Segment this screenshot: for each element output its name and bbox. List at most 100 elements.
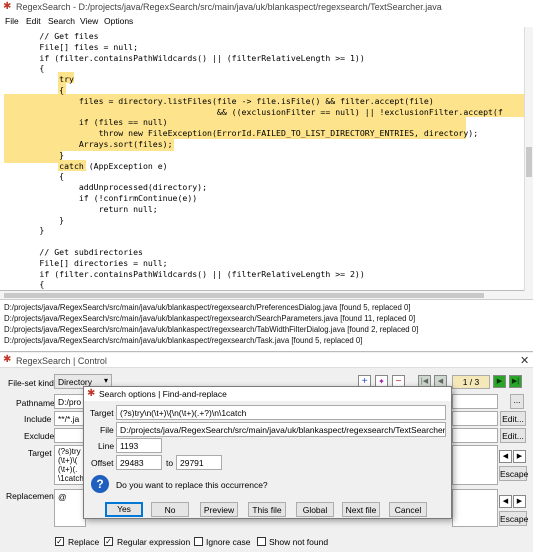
replacement-next-icon[interactable]: ▶ (513, 495, 526, 508)
code-line: if (filter.containsPathWildcards() || (f… (0, 52, 365, 63)
control-window-title: RegexSearch | Control (16, 356, 107, 366)
dialog-line-label: Line (98, 441, 115, 451)
target-label: Target (28, 448, 52, 458)
preview-button[interactable]: Preview (200, 502, 238, 517)
include-input-end[interactable] (452, 411, 498, 426)
close-icon[interactable]: ✕ (520, 354, 529, 367)
dialog-target-label: Target (90, 408, 114, 418)
dialog-line-field: 1193 (116, 438, 162, 453)
control-title-bar: ✱ RegexSearch | Control ✕ (0, 353, 533, 368)
app-icon: ✱ (87, 388, 96, 399)
include-edit-button[interactable]: Edit... (500, 411, 526, 426)
page-indicator: 1 / 3 (452, 375, 490, 389)
exclude-label: Exclude (24, 431, 55, 441)
exclude-input-end[interactable] (452, 428, 498, 443)
chevron-down-icon: ▾ (103, 376, 108, 385)
code-line: } (0, 214, 65, 225)
ignore-case-checkbox[interactable] (194, 537, 203, 546)
menu-bar: File Edit Search View Options (0, 14, 533, 27)
code-line: return null; (0, 203, 158, 214)
exclude-input[interactable] (54, 428, 84, 443)
dialog-file-label: File (100, 425, 114, 435)
code-editor[interactable]: // Get files File[] files = null; if (fi… (0, 27, 533, 291)
title-bar: ✱ RegexSearch - D:/projects/java/RegexSe… (0, 0, 533, 14)
dialog-question: Do you want to replace this occurrence? (116, 480, 268, 490)
dialog-file-field: D:/projects/java/RegexSearch/src/main/ja… (116, 422, 446, 437)
menu-view[interactable]: View (80, 16, 98, 26)
replacement-previous-icon[interactable]: ◀ (499, 495, 512, 508)
editor-horizontal-scrollbar[interactable] (0, 291, 533, 300)
log-line: D:/projects/java/RegexSearch/src/main/ja… (4, 336, 363, 345)
this-file-button[interactable]: This file (248, 502, 286, 517)
next-file-button[interactable]: Next file (342, 502, 380, 517)
code-line: File[] files = null; (0, 41, 139, 52)
code-line: if (filter.containsPathWildcards() || (f… (0, 268, 365, 279)
window-title: RegexSearch - D:/projects/java/RegexSear… (16, 2, 442, 12)
yes-button[interactable]: Yes (105, 502, 143, 517)
dialog-title: Search options | Find-and-replace (99, 389, 227, 399)
code-line: } (0, 149, 65, 160)
replacement-label: Replacement (6, 491, 57, 501)
dialog-title-bar: ✱ Search options | Find-and-replace (84, 387, 451, 401)
include-label: Include (24, 414, 52, 424)
replace-checkbox[interactable]: ✓ (55, 537, 64, 546)
code-line: files = directory.listFiles(file -> file… (0, 95, 434, 106)
code-line: try (0, 74, 74, 85)
ignore-case-label: Ignore case (206, 537, 251, 547)
log-line: D:/projects/java/RegexSearch/src/main/ja… (4, 314, 416, 323)
target-next-icon[interactable]: ▶ (513, 450, 526, 463)
include-input[interactable]: **/*.ja (54, 411, 84, 426)
dialog-offset-from-field: 29483 (116, 455, 162, 470)
question-icon: ? (91, 475, 109, 493)
code-line: && ((exclusionFilter == null) || !exclus… (0, 106, 503, 117)
cancel-button[interactable]: Cancel (389, 502, 427, 517)
target-previous-icon[interactable]: ◀ (499, 450, 512, 463)
code-line: throw new FileException(ErrorId.FAILED_T… (0, 128, 479, 139)
code-line: if (!confirmContinue(e)) (0, 193, 198, 203)
replacement-textarea[interactable]: @ (54, 489, 86, 527)
dialog-offset-label: Offset (91, 458, 114, 468)
code-line: addUnprocessed(directory); (0, 182, 208, 193)
show-not-found-checkbox[interactable] (257, 537, 266, 546)
replacement-textarea-end[interactable] (452, 489, 498, 527)
code-line: { (0, 85, 65, 95)
code-line: Arrays.sort(files); (0, 139, 173, 149)
find-replace-dialog: ✱ Search options | Find-and-replace Targ… (83, 386, 452, 519)
code-line: { (0, 279, 45, 290)
code-line: { (0, 171, 65, 182)
replace-option-label: Replace (68, 537, 100, 547)
regex-checkbox[interactable]: ✓ (104, 537, 113, 546)
code-line: if (files == null) (0, 117, 168, 128)
target-textarea[interactable]: (?s)try (\t+)\( (\t+)(. \1catch (54, 445, 86, 485)
menu-file[interactable]: File (5, 16, 19, 26)
regex-option-label: Regular expression (117, 537, 191, 547)
code-line: catch (AppException e) (0, 160, 168, 171)
results-log: D:/projects/java/RegexSearch/src/main/ja… (0, 300, 533, 352)
code-line: } (0, 225, 45, 236)
menu-edit[interactable]: Edit (26, 16, 41, 26)
target-escape-button[interactable]: Escape (499, 466, 528, 481)
target-textarea-end[interactable] (452, 445, 498, 485)
next-page-button[interactable]: ▶ (493, 375, 506, 388)
dialog-target-field: (?s)try\n(\t+)\{\n(\t+)(.+?)\n\1catch (116, 405, 446, 420)
menu-search[interactable]: Search (48, 16, 75, 26)
dialog-offset-to-field: 29791 (176, 455, 222, 470)
code-line: // Get subdirectories (0, 247, 143, 257)
global-button[interactable]: Global (296, 502, 334, 517)
dialog-offset-to-label: to (166, 458, 174, 468)
last-page-button[interactable]: ▶| (509, 375, 522, 388)
app-icon: ✱ (3, 354, 12, 365)
menu-options[interactable]: Options (104, 16, 133, 26)
replacement-escape-button[interactable]: Escape (499, 511, 528, 526)
pathname-input[interactable]: D:/pro (54, 394, 84, 409)
log-line: D:/projects/java/RegexSearch/src/main/ja… (4, 303, 411, 312)
log-line: D:/projects/java/RegexSearch/src/main/ja… (4, 325, 419, 334)
browse-button[interactable]: ... (510, 394, 524, 409)
pathname-label: Pathname (16, 398, 55, 408)
app-icon: ✱ (3, 1, 12, 12)
exclude-edit-button[interactable]: Edit... (500, 428, 526, 443)
pathname-input-end[interactable] (452, 394, 498, 409)
show-not-found-label: Show not found (269, 537, 329, 547)
no-button[interactable]: No (151, 502, 189, 517)
editor-vertical-scrollbar[interactable] (524, 27, 533, 291)
